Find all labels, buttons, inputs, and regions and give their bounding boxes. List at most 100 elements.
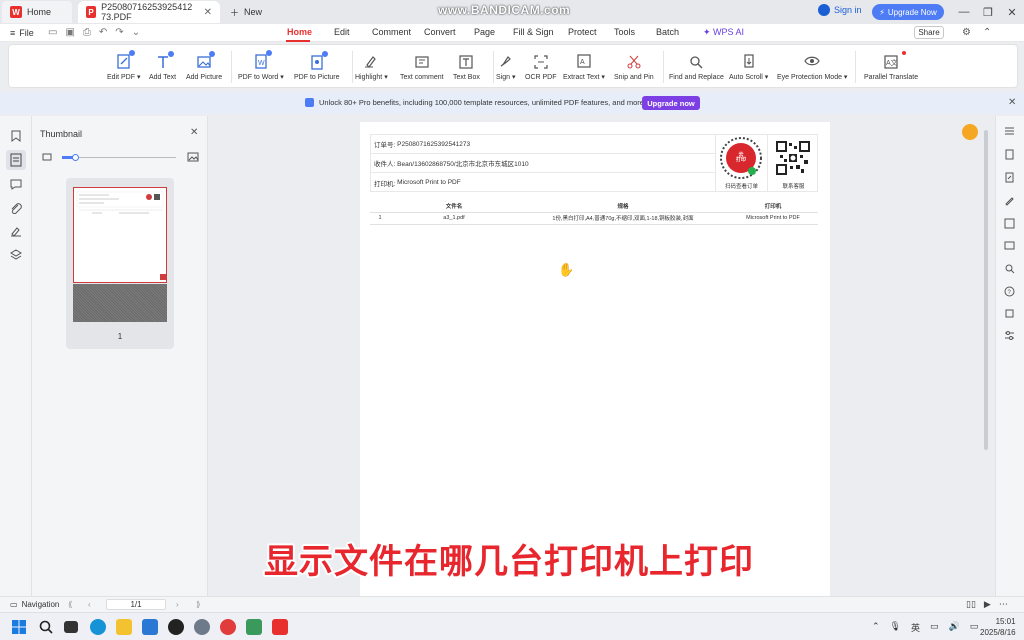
annotate-pen-icon[interactable] <box>962 124 978 140</box>
network-icon[interactable]: ▭ <box>930 621 939 634</box>
text-box-button[interactable]: Text Box <box>453 45 480 89</box>
highlight-button[interactable]: Highlight ▾ <box>355 45 388 89</box>
reading-mode-icon[interactable]: ▯▯ <box>966 599 976 610</box>
page-thumbnail[interactable]: 1 <box>66 178 174 349</box>
wps-taskbar-icon[interactable] <box>272 619 288 635</box>
input-method-indicator[interactable]: 英 <box>911 621 920 634</box>
settings-app-icon[interactable] <box>194 619 210 635</box>
save-icon[interactable]: ▣ <box>65 27 74 38</box>
settings-sliders-icon[interactable] <box>1004 330 1015 341</box>
menu-comment[interactable]: Comment <box>372 27 411 37</box>
pdf-to-picture-button[interactable]: PDF to Picture <box>294 45 340 89</box>
menu-edit[interactable]: Edit <box>334 27 350 37</box>
next-page-icon[interactable]: › <box>176 600 179 609</box>
taskbar-clock[interactable]: 15:01 2025/8/16 <box>980 616 1016 638</box>
edge-browser-icon[interactable] <box>90 619 106 635</box>
bookmark-icon[interactable] <box>10 130 22 142</box>
tab-document[interactable]: P P25080716253925412​73.PDF ✕ <box>78 1 220 23</box>
menu-protect[interactable]: Protect <box>568 27 597 37</box>
chevron-down-icon[interactable]: ⌄ <box>132 27 140 38</box>
previous-page-icon[interactable]: ‹ <box>88 600 91 609</box>
export-icon[interactable] <box>1004 308 1015 319</box>
file-explorer-icon[interactable] <box>116 619 132 635</box>
attachment-icon[interactable] <box>10 202 22 214</box>
scrollbar-thumb[interactable] <box>984 130 988 450</box>
upgrade-now-button[interactable]: ⚡ Upgrade Now <box>872 4 944 20</box>
page-number-input[interactable]: 1/1 <box>106 599 166 610</box>
comment-icon[interactable] <box>10 178 22 190</box>
redo-icon[interactable]: ↷ <box>115 27 123 38</box>
new-tab-button[interactable]: ＋ New <box>230 6 262 19</box>
pdf-to-word-button[interactable]: W PDF to Word ▾ <box>238 45 284 89</box>
collapse-ribbon-icon[interactable]: ⌃ <box>983 27 991 38</box>
menu-home[interactable]: Home <box>287 27 312 37</box>
close-window-icon[interactable]: ✕ <box>1000 6 1024 19</box>
auto-scroll-button[interactable]: Auto Scroll ▾ <box>729 45 768 89</box>
volume-icon[interactable]: 🔊 <box>949 621 960 634</box>
sign-in-button[interactable]: Sign in <box>818 4 862 16</box>
settings-gear-icon[interactable]: ⚙ <box>962 27 971 38</box>
tab-home[interactable]: W Home <box>2 1 72 23</box>
print-icon[interactable]: ⎙ <box>83 27 91 38</box>
microphone-icon[interactable]: 🎙 <box>890 621 901 634</box>
restore-icon[interactable]: ❐ <box>976 6 1000 19</box>
ocr-pdf-button[interactable]: OCR PDF <box>525 45 557 89</box>
translate-panel-icon[interactable] <box>1004 218 1015 229</box>
bandicam-icon[interactable] <box>168 619 184 635</box>
taskbar-search-icon[interactable] <box>38 619 54 635</box>
menu-wps-ai[interactable]: ✦ WPS AI <box>703 27 744 38</box>
menu-batch[interactable]: Batch <box>656 27 679 37</box>
menu-convert[interactable]: Convert <box>424 27 456 37</box>
banner-close-icon[interactable]: ✕ <box>1008 97 1016 108</box>
first-page-icon[interactable]: ⟪ <box>68 600 72 609</box>
red-app-icon[interactable] <box>220 619 236 635</box>
play-icon[interactable]: ▶ <box>984 599 991 610</box>
menu-tools[interactable]: Tools <box>614 27 635 37</box>
app-icon[interactable] <box>246 619 262 635</box>
edit-pdf-button[interactable]: Edit PDF ▾ <box>107 45 140 89</box>
menu-page[interactable]: Page <box>474 27 495 37</box>
edit-document-icon[interactable] <box>1004 172 1015 183</box>
add-text-button[interactable]: Add Text <box>149 45 176 89</box>
ai-assistant-icon[interactable] <box>1004 195 1015 206</box>
find-and-replace-button[interactable]: Find and Replace <box>669 45 724 89</box>
signature-icon[interactable] <box>10 226 22 238</box>
extract-text-button[interactable]: A Extract Text ▾ <box>563 45 605 89</box>
tray-overflow-icon[interactable]: ⌃ <box>872 621 880 634</box>
close-tab-icon[interactable]: ✕ <box>204 7 212 18</box>
minimize-icon[interactable]: — <box>952 6 976 18</box>
snip-and-pin-button[interactable]: Snip and Pin <box>614 45 654 89</box>
help-icon[interactable]: ? <box>1004 286 1015 297</box>
add-picture-button[interactable]: Add Picture <box>186 45 222 89</box>
zoom-in-image-icon[interactable] <box>187 151 199 163</box>
thumbnail-zoom-slider[interactable] <box>62 157 176 158</box>
zoom-out-image-icon[interactable] <box>42 152 52 162</box>
text-comment-button[interactable]: Text comment <box>400 45 444 89</box>
eye-protection-button[interactable]: Eye Protection Mode ▾ <box>777 45 847 89</box>
vscode-icon[interactable] <box>142 619 158 635</box>
task-view-icon[interactable] <box>64 621 78 633</box>
properties-icon[interactable] <box>1004 126 1015 137</box>
thumbnail-close-icon[interactable]: ✕ <box>190 127 198 138</box>
sign-button[interactable]: Sign ▾ <box>496 45 515 89</box>
banner-upgrade-button[interactable]: Upgrade now <box>642 96 700 110</box>
undo-icon[interactable]: ↶ <box>99 27 107 38</box>
thumbnail-panel-icon[interactable] <box>6 150 26 170</box>
parallel-translate-button[interactable]: A文 Parallel Translate <box>864 45 918 89</box>
share-button[interactable]: Share <box>914 26 944 39</box>
document-viewport[interactable]: 订单号: P25080716253925412​73 收件人: Bean/136… <box>209 116 985 596</box>
battery-icon[interactable]: ▭ <box>970 621 979 634</box>
windows-start-icon[interactable] <box>11 619 27 635</box>
more-options-icon[interactable]: ⋯ <box>999 599 1008 610</box>
pdf-page[interactable]: 订单号: P25080716253925412​73 收件人: Bean/136… <box>360 122 830 596</box>
document-info-icon[interactable] <box>1004 149 1015 160</box>
open-folder-icon[interactable]: ▭ <box>48 27 57 38</box>
slider-knob[interactable] <box>72 154 80 161</box>
navigation-toggle[interactable]: ▭ Navigation <box>10 600 59 609</box>
last-page-icon[interactable]: ⟫ <box>196 600 200 609</box>
layers-icon[interactable] <box>10 249 22 261</box>
search-icon[interactable] <box>1004 263 1015 274</box>
image-panel-icon[interactable] <box>1004 240 1015 251</box>
file-menu[interactable]: ≡ File <box>10 28 34 38</box>
menu-fill-sign[interactable]: Fill & Sign <box>513 27 554 37</box>
